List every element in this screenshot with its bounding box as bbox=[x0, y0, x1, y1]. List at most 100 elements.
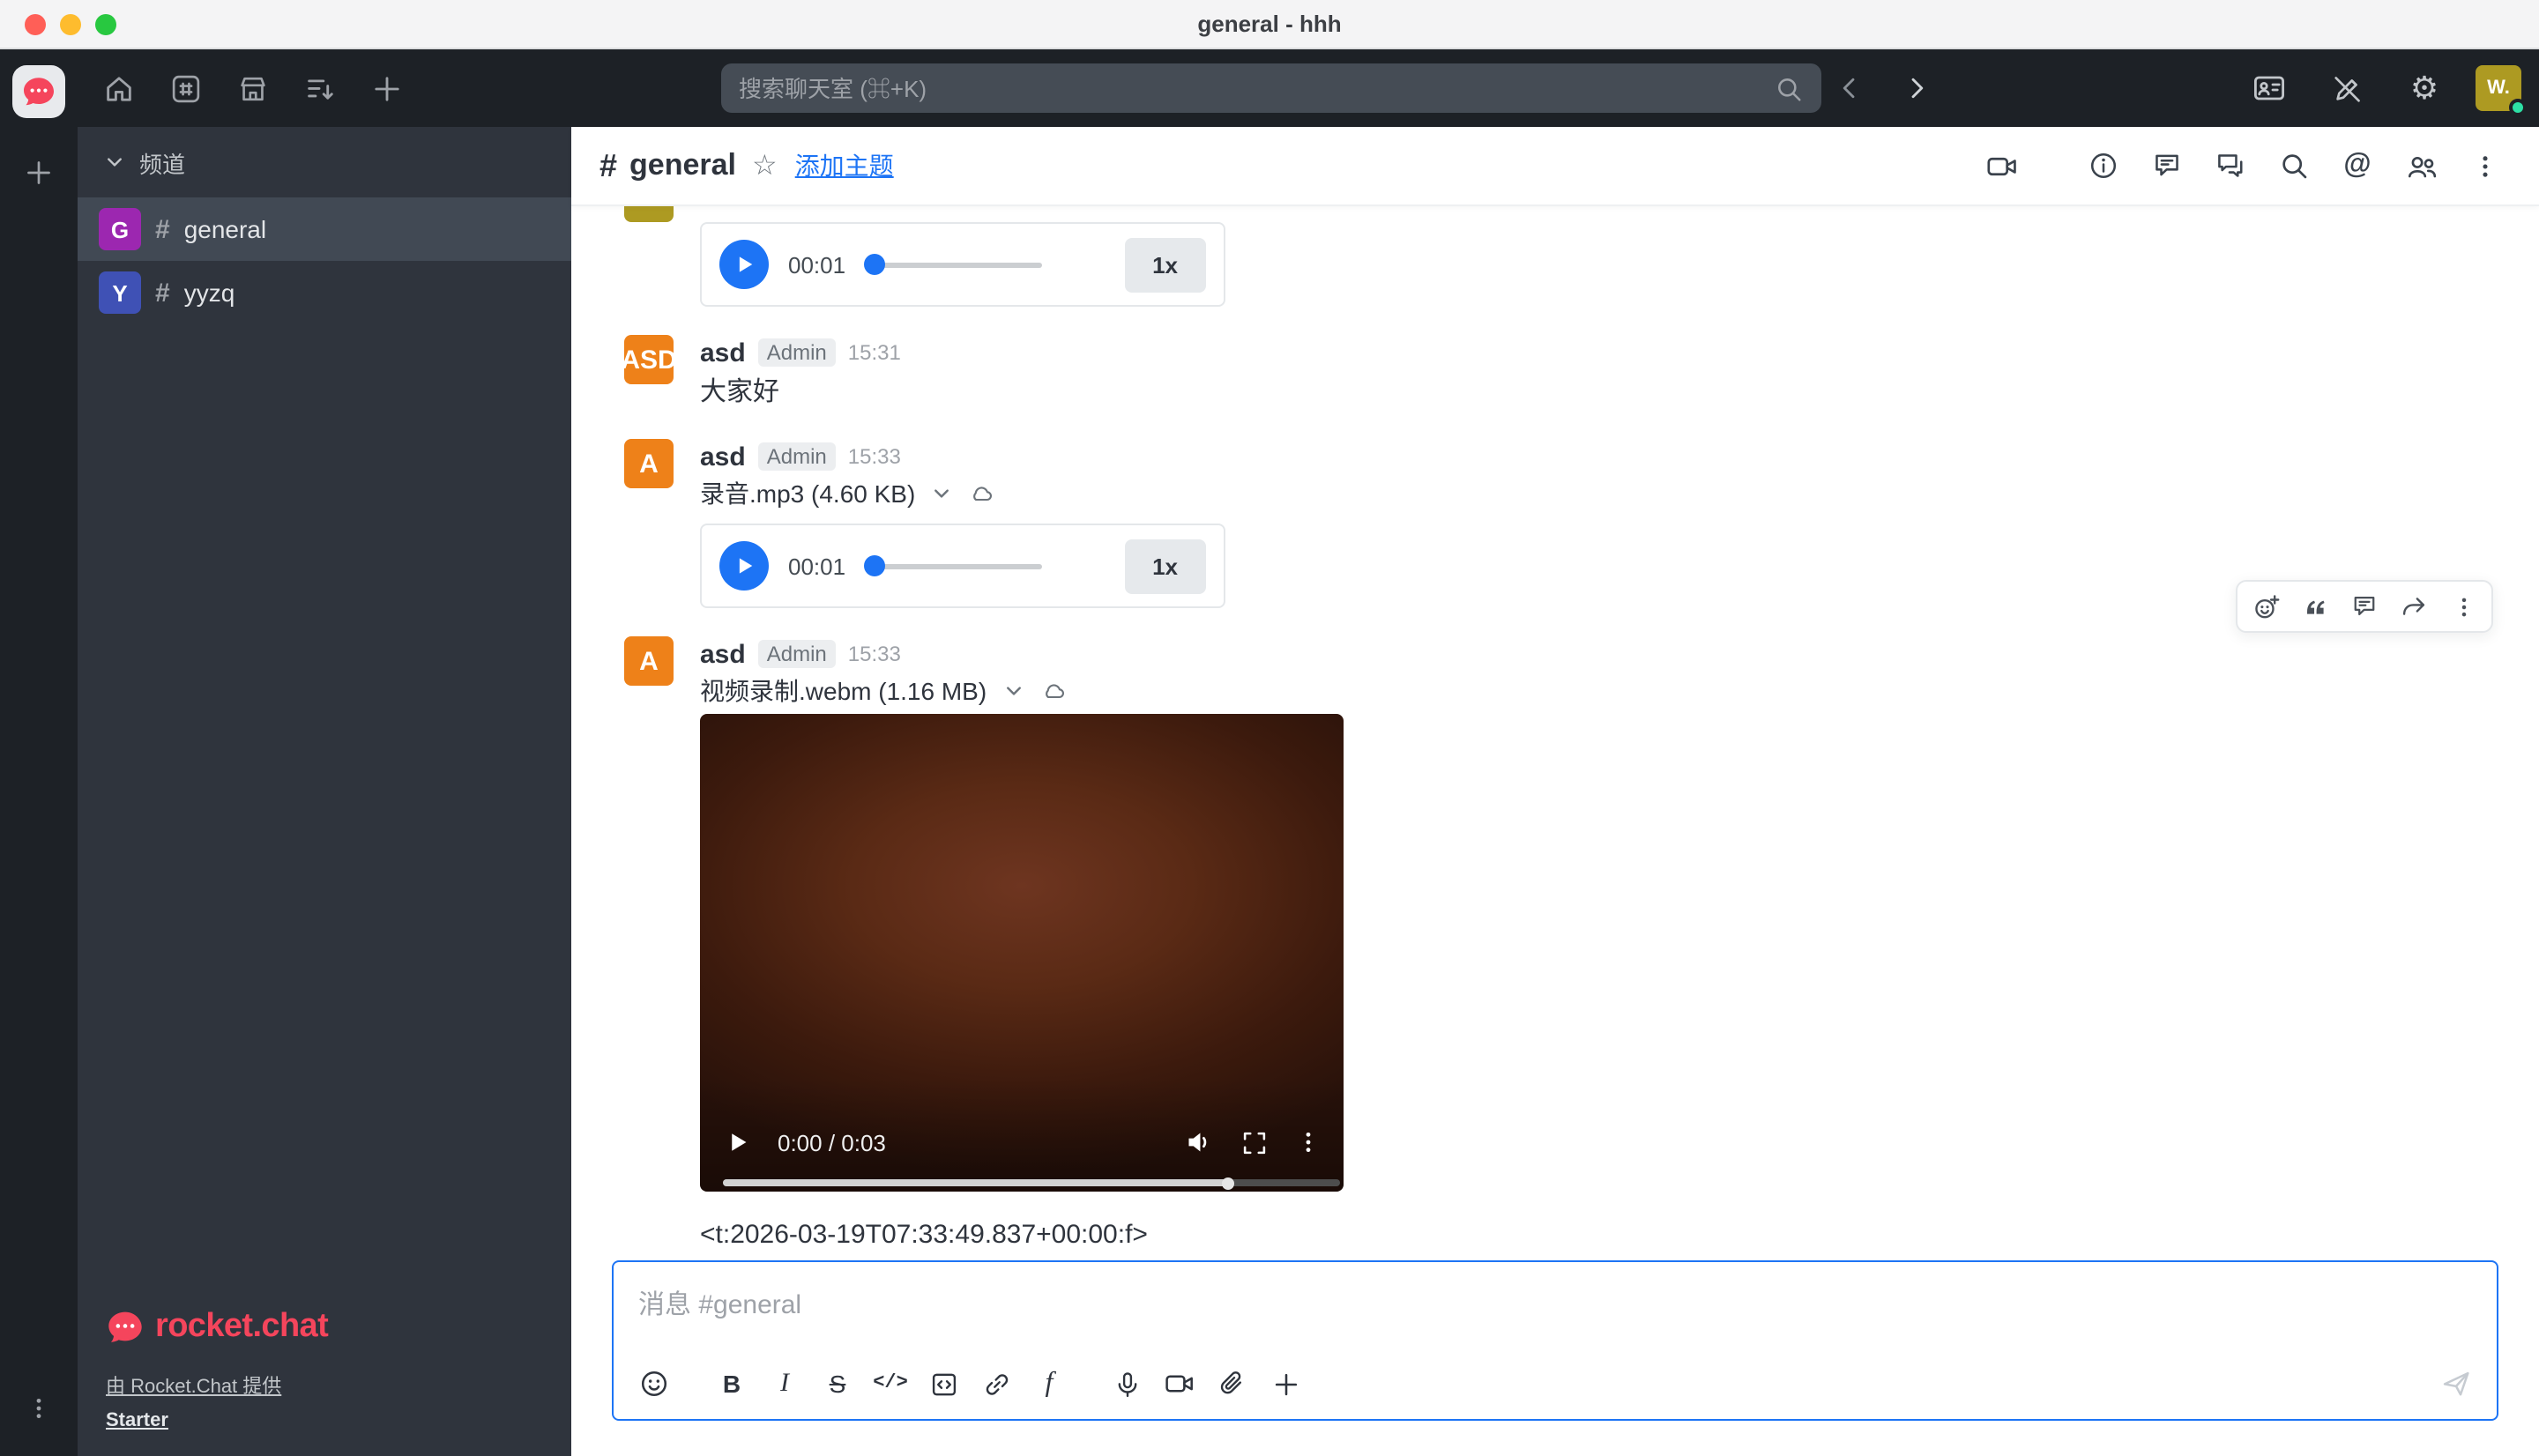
video-record-button[interactable] bbox=[1153, 1357, 1206, 1410]
attach-file-button[interactable] bbox=[1206, 1357, 1259, 1410]
avatar[interactable]: A bbox=[624, 439, 674, 488]
strikethrough-button[interactable]: S bbox=[811, 1357, 864, 1410]
add-server-button[interactable] bbox=[12, 146, 65, 199]
rocketchat-logo-icon bbox=[106, 1308, 145, 1347]
video-player[interactable]: 0:00 / 0:03 bbox=[700, 714, 1344, 1192]
attachment-download-button[interactable] bbox=[968, 480, 994, 507]
playback-rate-button[interactable]: 1x bbox=[1124, 237, 1206, 292]
plan-link[interactable]: Starter bbox=[106, 1410, 328, 1431]
attachment-filename[interactable]: 视频录制.webm (1.16 MB) bbox=[700, 673, 987, 709]
audio-seek-slider[interactable] bbox=[865, 563, 1041, 568]
message-username[interactable]: asd bbox=[700, 442, 746, 472]
fullscreen-icon[interactable] bbox=[1240, 1127, 1270, 1157]
audio-player: 00:01 1x bbox=[700, 222, 1225, 307]
admin-settings-button[interactable]: ⚙ bbox=[2398, 62, 2451, 115]
room-title[interactable]: general bbox=[629, 148, 736, 183]
user-menu-avatar[interactable]: W. bbox=[2476, 65, 2521, 111]
close-button[interactable] bbox=[25, 14, 46, 35]
forward-arrow-icon bbox=[2400, 592, 2428, 620]
video-playhead[interactable] bbox=[1222, 1177, 1234, 1189]
slider-thumb[interactable] bbox=[863, 254, 884, 275]
code-block-button[interactable] bbox=[917, 1357, 970, 1410]
display-sort-button[interactable] bbox=[293, 62, 346, 115]
history-back-button[interactable] bbox=[1823, 62, 1876, 115]
audio-play-button[interactable] bbox=[719, 541, 769, 591]
message-username[interactable]: asd bbox=[700, 338, 746, 368]
rail-menu-button[interactable] bbox=[12, 1382, 65, 1435]
discussions-button[interactable] bbox=[2204, 139, 2257, 192]
top-navbar: ⚙ W. bbox=[78, 49, 2539, 127]
mentions-button[interactable]: @ bbox=[2331, 139, 2384, 192]
threads-button[interactable] bbox=[2141, 139, 2193, 192]
room-header: # general ☆ 添加主题 @ bbox=[571, 127, 2539, 206]
video-call-button[interactable] bbox=[1975, 139, 2028, 192]
chevron-down-icon bbox=[1001, 679, 1025, 703]
bold-button[interactable]: B bbox=[705, 1357, 758, 1410]
directory-contacts-button[interactable] bbox=[2243, 62, 2296, 115]
compose-disabled-button[interactable] bbox=[2320, 62, 2373, 115]
room-search[interactable] bbox=[721, 63, 1821, 113]
attachment-collapse-button[interactable] bbox=[929, 481, 954, 506]
audio-play-button[interactable] bbox=[719, 240, 769, 289]
playback-rate-button[interactable]: 1x bbox=[1124, 539, 1206, 593]
slider-thumb[interactable] bbox=[863, 555, 884, 576]
message-username[interactable]: asd bbox=[700, 639, 746, 669]
members-button[interactable] bbox=[2394, 139, 2447, 192]
add-reaction-button[interactable] bbox=[2241, 582, 2290, 631]
volume-icon[interactable] bbox=[1183, 1126, 1215, 1158]
attachment-filename[interactable]: 录音.mp3 (4.60 KB) bbox=[700, 476, 915, 511]
avatar[interactable]: A bbox=[624, 636, 674, 686]
thread-balloon-icon bbox=[2151, 150, 2183, 182]
forward-message-button[interactable] bbox=[2389, 582, 2438, 631]
video-kebab-icon[interactable] bbox=[1294, 1128, 1322, 1156]
avatar-initial: asd bbox=[621, 345, 676, 375]
play-icon bbox=[730, 250, 758, 279]
reply-in-thread-button[interactable] bbox=[2340, 582, 2389, 631]
avatar[interactable]: asd bbox=[624, 335, 674, 384]
inline-code-button[interactable]: </> bbox=[864, 1357, 917, 1410]
message-input[interactable] bbox=[614, 1262, 2497, 1348]
send-message-button[interactable] bbox=[2430, 1357, 2483, 1410]
room-kebab-button[interactable] bbox=[2458, 139, 2511, 192]
minimize-button[interactable] bbox=[60, 14, 81, 35]
audio-seek-slider[interactable] bbox=[865, 262, 1041, 267]
more-actions-button[interactable] bbox=[2438, 582, 2488, 631]
zoom-button[interactable] bbox=[95, 14, 116, 35]
katex-button[interactable]: f bbox=[1023, 1357, 1076, 1410]
role-badge: Admin bbox=[758, 338, 836, 367]
channel-avatar: Y bbox=[99, 271, 141, 314]
quote-icon bbox=[2301, 592, 2329, 620]
video-seek-bar[interactable] bbox=[723, 1179, 1340, 1186]
composer-plus-button[interactable] bbox=[1259, 1357, 1312, 1410]
channels-section-header[interactable]: 频道 bbox=[78, 127, 571, 197]
message-search-button[interactable] bbox=[2267, 139, 2320, 192]
play-icon bbox=[730, 552, 758, 580]
kebab-icon bbox=[2469, 151, 2499, 181]
add-topic-link[interactable]: 添加主题 bbox=[795, 148, 894, 183]
attachment-filename[interactable]: 录音.mp3 (6.95 KB) bbox=[700, 206, 915, 210]
sidebar-item-general[interactable]: G # general bbox=[78, 197, 571, 261]
room-info-button[interactable] bbox=[2077, 139, 2130, 192]
server-rocketchat-button[interactable] bbox=[12, 65, 65, 118]
message-list[interactable]: 录音.mp3 (6.95 KB) 00:01 1x bbox=[571, 206, 2539, 1260]
quote-button[interactable] bbox=[2290, 582, 2340, 631]
avatar-initial: A bbox=[639, 449, 659, 479]
channels-directory-button[interactable] bbox=[159, 62, 212, 115]
attachment-collapse-button[interactable] bbox=[1001, 679, 1025, 703]
video-camera-icon bbox=[1164, 1368, 1195, 1400]
favorite-star-icon[interactable]: ☆ bbox=[752, 148, 778, 183]
marketplace-button[interactable] bbox=[226, 62, 279, 115]
link-button[interactable] bbox=[970, 1357, 1023, 1410]
home-button[interactable] bbox=[92, 62, 145, 115]
audio-duration: 00:01 bbox=[788, 553, 845, 579]
italic-button[interactable]: I bbox=[758, 1357, 811, 1410]
create-new-button[interactable] bbox=[360, 62, 413, 115]
video-play-icon[interactable] bbox=[721, 1126, 753, 1158]
attachment-download-button[interactable] bbox=[1039, 678, 1066, 704]
powered-by-link[interactable]: 由 Rocket.Chat 提供 bbox=[106, 1371, 328, 1400]
search-input[interactable] bbox=[739, 75, 1774, 101]
history-forward-button[interactable] bbox=[1890, 62, 1943, 115]
sidebar-item-yyzq[interactable]: Y # yyzq bbox=[78, 261, 571, 324]
audio-record-button[interactable] bbox=[1100, 1357, 1153, 1410]
emoji-picker-button[interactable] bbox=[628, 1357, 681, 1410]
